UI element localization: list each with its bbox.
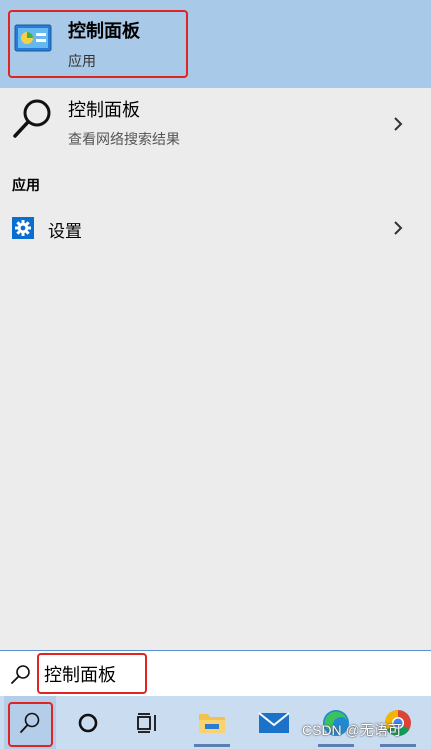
app-result-settings[interactable]: 设置 (0, 206, 431, 250)
task-view-icon (137, 712, 156, 733)
chevron-right-icon (394, 221, 403, 235)
web-result-subtitle: 查看网络搜索结果 (68, 131, 180, 147)
highlight-box-best-match (8, 10, 188, 78)
chevron-right-icon (394, 117, 403, 131)
cortana-icon (78, 713, 98, 732)
taskbar-task-view-button[interactable] (122, 696, 174, 749)
taskbar-mail-button[interactable] (248, 696, 300, 749)
search-icon (13, 99, 51, 138)
file-explorer-icon (199, 713, 225, 733)
search-icon (11, 665, 30, 684)
section-heading-apps: 应用 (12, 177, 40, 193)
active-indicator (318, 744, 354, 747)
active-indicator (194, 744, 230, 747)
watermark: CSDN @无语可 (302, 722, 402, 738)
gear-icon (12, 217, 34, 239)
web-result-title: 控制面板 (68, 100, 140, 120)
taskbar-cortana-button[interactable] (62, 696, 114, 749)
taskbar-file-explorer-button[interactable] (186, 696, 238, 749)
app-label-settings: 设置 (48, 222, 82, 241)
mail-icon (258, 711, 290, 733)
highlight-box-search-input (37, 653, 147, 694)
web-search-result[interactable]: 控制面板 查看网络搜索结果 (0, 88, 431, 156)
active-indicator (380, 744, 416, 747)
highlight-box-taskbar-search (8, 702, 53, 747)
